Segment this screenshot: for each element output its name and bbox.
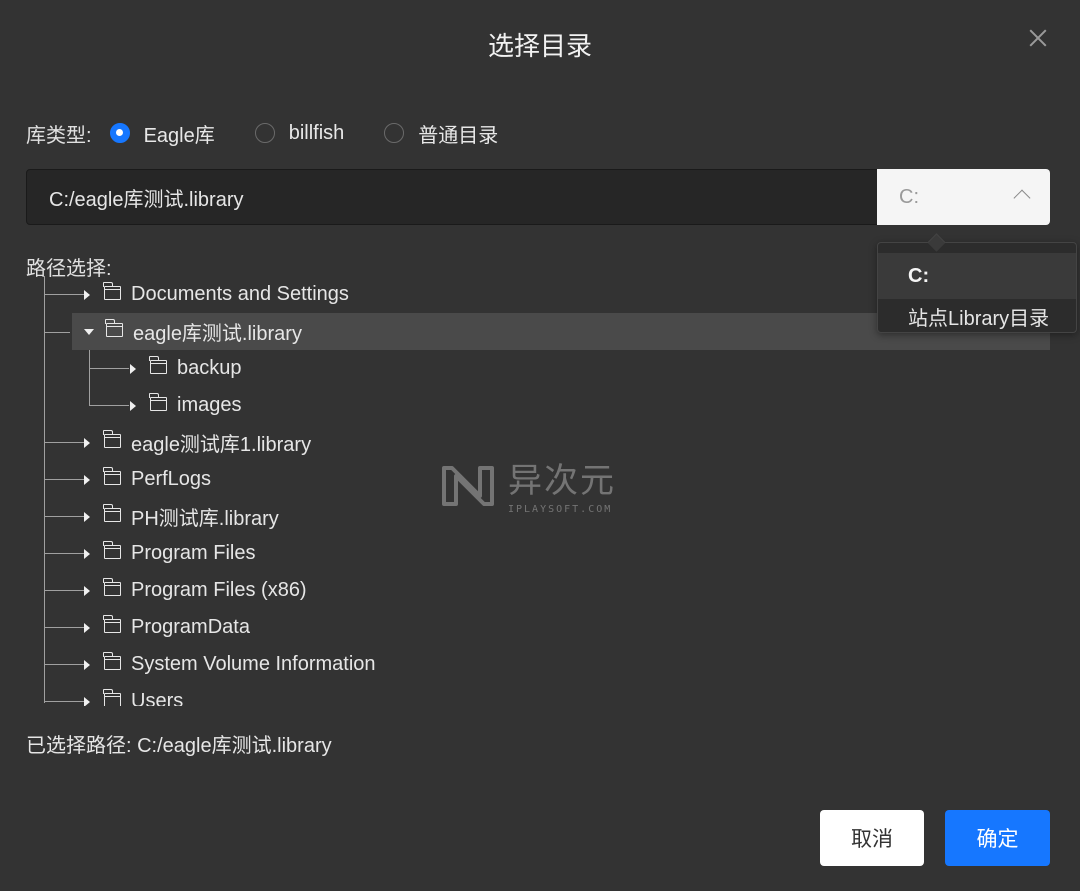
tree-node[interactable]: PerfLogs xyxy=(84,461,211,498)
tree-node[interactable]: PH测试库.library xyxy=(84,498,279,535)
tree-node[interactable]: ProgramData xyxy=(84,609,250,646)
caret-right-icon[interactable] xyxy=(84,511,90,522)
tree-node[interactable]: backup xyxy=(130,350,242,387)
dropdown-option-site-library[interactable]: 站点Library目录 xyxy=(878,299,1076,333)
tree-node-label: PerfLogs xyxy=(131,468,212,490)
confirm-button[interactable]: 确定 xyxy=(945,810,1050,866)
tree-node-label: System Volume Information xyxy=(131,653,376,675)
tree-connector xyxy=(44,332,70,333)
selected-path-text: 已选择路径: C:/eagle库测试.library xyxy=(26,735,332,757)
tree-connector xyxy=(44,590,84,591)
tree-connector xyxy=(44,516,84,517)
tree-node[interactable]: Program Files xyxy=(84,535,255,572)
radio-option-billfish[interactable]: billfish xyxy=(254,121,345,145)
path-input[interactable]: C:/eagle库测试.library xyxy=(26,169,878,225)
tree-connector xyxy=(89,348,90,405)
tree-node-label: Program Files (x86) xyxy=(131,579,307,601)
folder-icon xyxy=(149,356,167,374)
caret-down-icon[interactable] xyxy=(84,328,94,335)
tree-connector xyxy=(44,701,84,702)
tree-node-label: images xyxy=(177,394,242,416)
watermark-text: 异次元 IPLAYSOFT.COM xyxy=(508,462,616,515)
radio-unchecked-icon[interactable] xyxy=(384,123,405,143)
radio-option-eagle[interactable]: Eagle库 xyxy=(109,119,215,148)
tree-node-label: ProgramData xyxy=(131,616,250,638)
caret-right-icon[interactable] xyxy=(84,696,90,706)
folder-icon xyxy=(103,467,121,485)
caret-right-icon[interactable] xyxy=(84,548,90,559)
select-directory-dialog: 选择目录 库类型: Eagle库 billfish 普通目录 C:/eagle库… xyxy=(0,0,1080,891)
folder-icon xyxy=(103,578,121,596)
tree-node[interactable]: Users xyxy=(84,683,183,706)
caret-right-icon[interactable] xyxy=(84,474,90,485)
radio-label-normal-dir: 普通目录 xyxy=(418,124,499,147)
tree-node-label: eagle库测试.library xyxy=(133,323,302,345)
folder-icon xyxy=(103,430,121,448)
folder-icon xyxy=(149,393,167,411)
tree-node-label: backup xyxy=(177,357,242,379)
tree-node[interactable]: images xyxy=(130,387,241,424)
drive-dropdown-menu: C: 站点Library目录 xyxy=(877,242,1077,333)
caret-right-icon[interactable] xyxy=(84,622,90,633)
watermark-en: IPLAYSOFT.COM xyxy=(508,504,613,515)
tree-connector xyxy=(89,368,129,369)
folder-icon xyxy=(103,615,121,633)
radio-option-normal-dir[interactable]: 普通目录 xyxy=(384,119,498,148)
folder-icon xyxy=(105,319,123,337)
folder-icon xyxy=(103,689,121,706)
tree-node-label: PH测试库.library xyxy=(131,508,279,530)
folder-icon xyxy=(103,652,121,670)
tree-node[interactable]: System Volume Information xyxy=(84,646,376,683)
cancel-button[interactable]: 取消 xyxy=(820,810,924,866)
caret-right-icon[interactable] xyxy=(84,289,90,300)
radio-label-eagle: Eagle库 xyxy=(143,124,215,147)
library-type-label: 库类型: xyxy=(26,124,92,147)
radio-checked-icon[interactable] xyxy=(109,123,130,143)
dropdown-option-c[interactable]: C: xyxy=(878,253,1076,299)
caret-right-icon[interactable] xyxy=(84,585,90,596)
radio-unchecked-icon[interactable] xyxy=(254,123,275,143)
watermark-n-icon xyxy=(442,466,494,506)
tree-connector xyxy=(44,442,84,443)
tree-connector xyxy=(89,405,129,406)
folder-icon xyxy=(103,541,121,559)
tree-node-label: Documents and Settings xyxy=(131,283,349,305)
caret-right-icon[interactable] xyxy=(130,363,136,374)
caret-right-icon[interactable] xyxy=(84,437,90,448)
chevron-up-icon xyxy=(1013,189,1031,207)
drive-select[interactable]: C: xyxy=(877,169,1050,225)
tree-node[interactable]: Documents and Settings xyxy=(84,276,349,313)
tree-connector xyxy=(44,294,84,295)
radio-label-billfish: billfish xyxy=(288,121,345,144)
caret-right-icon[interactable] xyxy=(84,659,90,670)
caret-right-icon[interactable] xyxy=(130,400,136,411)
tree-connector xyxy=(44,553,84,554)
watermark-cn: 异次元 xyxy=(508,462,616,500)
tree-node-label: Users xyxy=(131,690,184,706)
tree-node[interactable]: eagle测试库1.library xyxy=(84,424,311,461)
folder-icon xyxy=(103,282,121,300)
dialog-title: 选择目录 xyxy=(487,31,592,61)
tree-node-label: eagle测试库1.library xyxy=(131,434,312,456)
tree-node-label: Program Files xyxy=(131,542,256,564)
tree-connector xyxy=(44,479,84,480)
library-type-row: 库类型: Eagle库 billfish 普通目录 xyxy=(26,118,538,148)
tree-node[interactable]: Program Files (x86) xyxy=(84,572,307,609)
tree-connector xyxy=(44,276,45,703)
folder-icon xyxy=(103,504,121,522)
tree-connector xyxy=(44,664,84,665)
close-icon[interactable] xyxy=(1028,28,1048,48)
watermark-logo: 异次元 IPLAYSOFT.COM xyxy=(440,462,616,515)
drive-select-value: C: xyxy=(899,185,919,208)
tree-connector xyxy=(44,627,84,628)
